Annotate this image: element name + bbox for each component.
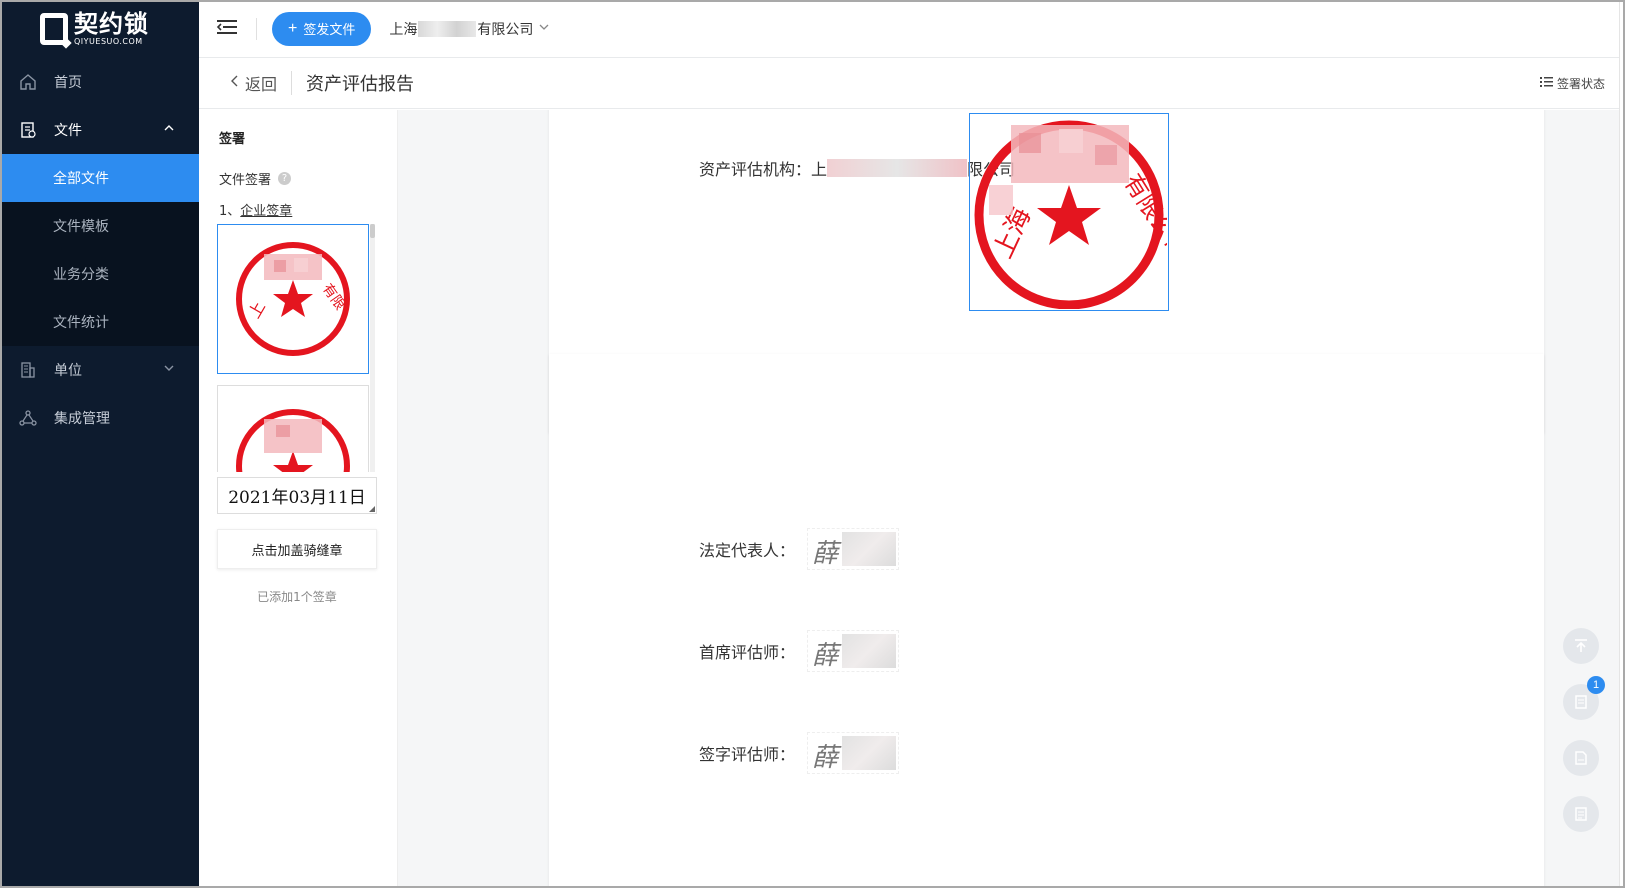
chief-appraiser-field: 首席评估师： 薛 [699, 630, 900, 672]
file-subnav: 全部文件 文件模板 业务分类 文件统计 [0, 154, 199, 346]
doc-list-button[interactable]: 1 [1563, 676, 1605, 720]
company-seal-icon [236, 409, 350, 472]
help-icon[interactable]: ? [278, 172, 292, 185]
chief-appraiser-label: 首席评估师： [699, 643, 796, 662]
sidebar-item-label: 首页 [54, 75, 82, 91]
outline-icon [1575, 807, 1587, 821]
subnav-business-categories[interactable]: 业务分类 [0, 250, 199, 298]
seal-type-index: 1、 [219, 204, 241, 219]
document-icon [1575, 695, 1587, 709]
page-view-button[interactable] [1563, 740, 1599, 776]
seal-option[interactable] [217, 385, 369, 472]
redacted-block [418, 20, 477, 37]
seal-list: 上 有限 [217, 224, 377, 472]
plus-icon: + [288, 19, 298, 37]
sidebar-item-files[interactable]: 文件 [0, 106, 199, 154]
page-title: 资产评估报告 [306, 74, 415, 95]
sign-status-button[interactable]: 签署状态 [1539, 75, 1605, 92]
send-file-label: 签发文件 [303, 22, 356, 37]
signing-appraiser-field: 签字评估师： 薛 [699, 732, 900, 774]
signature-image[interactable]: 薛 [807, 732, 900, 774]
signature-image[interactable]: 薛 [807, 630, 900, 672]
notification-badge: 1 [1587, 676, 1605, 694]
back-button[interactable]: 返回 [231, 71, 277, 95]
signing-appraiser-label: 签字评估师： [699, 745, 796, 764]
panel-subtitle-text: 文件签署 [219, 173, 272, 188]
sidebar: 契约锁 QIYUESUO.COM 首页 文件 全部文件 文件模板 业务分类 文件… [0, 0, 199, 888]
chevron-down-icon [163, 362, 175, 378]
logo-name: 契约锁 [74, 10, 149, 38]
sidebar-item-home[interactable]: 首页 [0, 58, 199, 106]
network-icon [18, 408, 38, 428]
company-seal-icon: 上海 有限公司 [974, 120, 1167, 309]
panel-title: 签署 [219, 132, 246, 147]
company-seal-icon: 上 有限 [236, 242, 350, 356]
home-icon [18, 72, 38, 92]
signing-panel: 签署 文件签署 ? 1、企业签章 上 有限 2021年03月11日 点击加盖骑缝… [199, 110, 398, 888]
page-icon [1575, 751, 1587, 765]
chevron-left-icon [231, 75, 239, 91]
outline-button[interactable] [1563, 796, 1599, 832]
panel-subtitle: 文件签署 ? [219, 169, 397, 188]
divider [291, 71, 293, 95]
subnav-file-templates[interactable]: 文件模板 [0, 202, 199, 250]
doc-header: 返回 资产评估报告 签署状态 [199, 58, 1625, 109]
logo[interactable]: 契约锁 QIYUESUO.COM [0, 0, 199, 58]
back-label: 返回 [245, 75, 278, 94]
window-edge [1619, 0, 1625, 888]
placed-seal[interactable]: 上海 有限公司 [969, 113, 1169, 311]
date-stamp[interactable]: 2021年03月11日 [217, 477, 377, 514]
org-field: 资产评估机构： 上 限公司 [699, 156, 1015, 180]
chevron-down-icon [539, 22, 549, 35]
document-page: 法定代表人： 薛 首席评估师： 薛 签字评估师： 薛 [549, 354, 1544, 888]
list-icon [1539, 76, 1553, 90]
sidebar-item-integration[interactable]: 集成管理 [0, 394, 199, 442]
document-viewer: 资产评估机构： 上 限公司 上海 有限公司 1 法定代表人： 薛 [398, 110, 1625, 888]
sidebar-item-label: 集成管理 [54, 411, 110, 427]
subnav-file-statistics[interactable]: 文件统计 [0, 298, 199, 346]
org-value-start: 上 [811, 160, 828, 179]
added-seal-count: 已添加1个签章 [257, 590, 337, 604]
divider [256, 17, 257, 40]
building-icon [18, 360, 38, 380]
scroll-top-button[interactable] [1563, 628, 1599, 664]
arrow-up-icon [1575, 639, 1587, 652]
sign-status-label: 签署状态 [1556, 76, 1605, 91]
top-bar: + 签发文件 上海 有限公司 [199, 0, 1625, 58]
sidebar-item-label: 单位 [54, 363, 82, 379]
sidebar-item-units[interactable]: 单位 [0, 346, 199, 394]
company-selector[interactable]: 上海 有限公司 [389, 19, 549, 39]
send-file-button[interactable]: + 签发文件 [272, 11, 372, 46]
subnav-all-files[interactable]: 全部文件 [0, 154, 199, 202]
add-riding-seal-button[interactable]: 点击加盖骑缝章 [217, 529, 377, 569]
chevron-up-icon [163, 122, 175, 138]
menu-collapse-icon[interactable] [216, 19, 238, 39]
svg-text:有限公司: 有限公司 [1118, 169, 1167, 265]
logo-sub: QIYUESUO.COM [74, 37, 143, 46]
svg-text:上: 上 [244, 298, 268, 321]
seal-type-label[interactable]: 企业签章 [240, 204, 292, 219]
logo-mark-icon [40, 13, 68, 45]
company-prefix: 上海 [389, 21, 418, 38]
company-suffix: 有限公司 [477, 21, 534, 38]
org-label: 资产评估机构： [699, 160, 812, 179]
legal-rep-field: 法定代表人： 薛 [699, 528, 900, 570]
redacted-block [827, 159, 968, 177]
seal-option[interactable]: 上 有限 [217, 224, 369, 374]
signature-image[interactable]: 薛 [807, 528, 900, 570]
file-icon [18, 120, 38, 140]
sidebar-item-label: 文件 [54, 123, 82, 139]
legal-rep-label: 法定代表人： [699, 541, 796, 560]
seal-type-item: 1、企业签章 [219, 200, 397, 219]
